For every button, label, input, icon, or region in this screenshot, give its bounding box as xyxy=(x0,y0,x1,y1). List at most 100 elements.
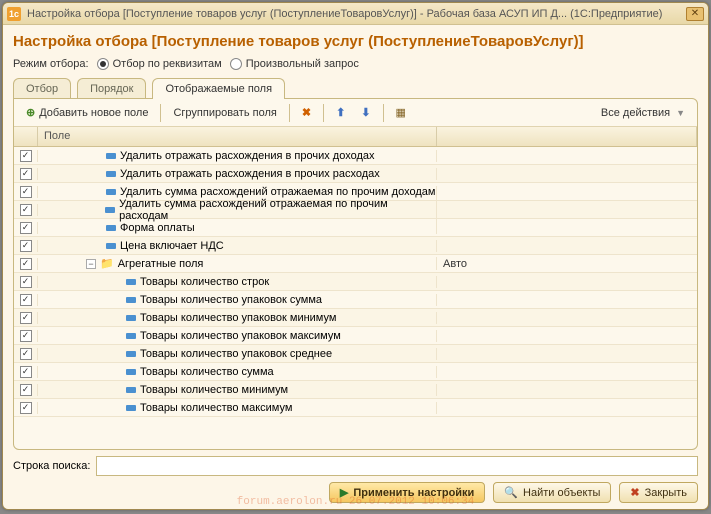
table-row[interactable]: ✓Цена включает НДС xyxy=(14,237,697,255)
tab-order[interactable]: Порядок xyxy=(77,78,146,99)
all-actions-menu[interactable]: Все действия ▼ xyxy=(595,105,691,121)
row-checkbox[interactable]: ✓ xyxy=(20,204,32,216)
row-checkbox[interactable]: ✓ xyxy=(20,294,32,306)
row-checkbox[interactable]: ✓ xyxy=(20,312,32,324)
all-actions-label: Все действия xyxy=(601,107,670,119)
col-auto[interactable] xyxy=(437,127,697,146)
field-icon xyxy=(126,333,136,339)
move-up-button[interactable]: ⬆ xyxy=(330,104,351,121)
col-field[interactable]: Поле xyxy=(38,127,437,146)
field-icon xyxy=(126,387,136,393)
row-label: Товары количество максимум xyxy=(140,402,292,414)
row-label: Агрегатные поля xyxy=(118,258,204,270)
field-icon xyxy=(106,225,116,231)
separator xyxy=(160,104,161,122)
collapse-icon[interactable]: − xyxy=(86,259,96,269)
delete-button[interactable]: ✖ xyxy=(296,104,317,121)
row-label: Удалить сумма расхождений отражаемая по … xyxy=(119,198,436,222)
table-row[interactable]: ✓ Удалить сумма расхождений отражаемая по… xyxy=(14,201,697,219)
table-row[interactable]: ✓ Товары количество сумма xyxy=(14,363,697,381)
row-checkbox[interactable]: ✓ xyxy=(20,168,32,180)
close-button[interactable]: ✖ Закрыть xyxy=(619,482,698,503)
chevron-down-icon: ▼ xyxy=(676,108,685,118)
table-row[interactable]: ✓ Товары количество строк xyxy=(14,273,697,291)
footer: ▶ Применить настройки 🔍 Найти объекты ✖ … xyxy=(13,476,698,503)
field-icon xyxy=(105,207,115,213)
table-row[interactable]: ✓ −📁 Агрегатные поля Авто xyxy=(14,255,697,273)
group-fields-label: Сгруппировать поля xyxy=(173,107,276,119)
find-objects-button[interactable]: 🔍 Найти объекты xyxy=(493,482,611,503)
apply-button[interactable]: ▶ Применить настройки xyxy=(329,482,485,503)
radio-dot-icon xyxy=(97,58,109,70)
titlebar[interactable]: 1c Настройка отбора [Поступление товаров… xyxy=(3,3,708,25)
table-row[interactable]: ✓ Товары количество упаковок минимум xyxy=(14,309,697,327)
row-label: Товары количество сумма xyxy=(140,366,274,378)
radio-by-requisites[interactable]: Отбор по реквизитам xyxy=(97,58,222,70)
add-field-button[interactable]: ⊕ Добавить новое поле xyxy=(20,104,154,121)
row-checkbox[interactable]: ✓ xyxy=(20,384,32,396)
row-auto: Авто xyxy=(437,258,697,270)
arrow-up-icon: ⬆ xyxy=(336,106,345,119)
radio-label: Произвольный запрос xyxy=(246,58,359,70)
row-label: Удалить сумма расхождений отражаемая по … xyxy=(120,186,435,198)
col-checkbox[interactable] xyxy=(14,127,38,146)
extra-icon: ▦ xyxy=(396,106,406,119)
table-row[interactable]: ✓ Товары количество максимум xyxy=(14,399,697,417)
row-label: Товары количество упаковок минимум xyxy=(140,312,336,324)
plus-icon: ⊕ xyxy=(26,106,35,119)
grid-header: Поле xyxy=(14,127,697,147)
row-checkbox[interactable]: ✓ xyxy=(20,348,32,360)
extra-button[interactable]: ▦ xyxy=(390,104,412,121)
row-checkbox[interactable]: ✓ xyxy=(20,402,32,414)
row-checkbox[interactable]: ✓ xyxy=(20,186,32,198)
arrow-down-icon: ⬇ xyxy=(361,106,370,119)
table-row[interactable]: ✓ Удалить отражать расхождения в прочих р… xyxy=(14,165,697,183)
row-label: Товары количество минимум xyxy=(140,384,288,396)
find-label: Найти объекты xyxy=(523,487,600,499)
table-row[interactable]: ✓ Товары количество упаковок максимум xyxy=(14,327,697,345)
row-label: Форма оплаты xyxy=(120,222,195,234)
row-label: Товары количество упаковок сумма xyxy=(140,294,322,306)
table-row[interactable]: ✓Удалить отражать расхождения в прочих д… xyxy=(14,147,697,165)
table-row[interactable]: ✓ Товары количество минимум xyxy=(14,381,697,399)
table-row[interactable]: ✓ Товары количество упаковок среднее xyxy=(14,345,697,363)
row-checkbox[interactable]: ✓ xyxy=(20,276,32,288)
field-icon xyxy=(126,315,136,321)
tabs: Отбор Порядок Отображаемые поля xyxy=(13,78,698,99)
add-field-label: Добавить новое поле xyxy=(39,107,148,119)
table-row[interactable]: ✓ Форма оплаты xyxy=(14,219,697,237)
group-fields-button[interactable]: Сгруппировать поля xyxy=(167,105,282,121)
row-label: Удалить отражать расхождения в прочих ра… xyxy=(120,168,380,180)
tab-selection[interactable]: Отбор xyxy=(13,78,71,99)
row-checkbox[interactable]: ✓ xyxy=(20,240,32,252)
row-checkbox[interactable]: ✓ xyxy=(20,258,32,270)
field-icon xyxy=(126,369,136,375)
content: Настройка отбора [Поступление товаров ус… xyxy=(3,25,708,509)
window-close-button[interactable]: ✕ xyxy=(686,7,704,21)
row-checkbox[interactable]: ✓ xyxy=(20,222,32,234)
tab-displayed-fields[interactable]: Отображаемые поля xyxy=(152,78,285,99)
field-icon xyxy=(106,171,116,177)
row-label: Товары количество строк xyxy=(140,276,269,288)
window: 1c Настройка отбора [Поступление товаров… xyxy=(2,2,709,510)
close-label: Закрыть xyxy=(645,487,687,499)
row-checkbox[interactable]: ✓ xyxy=(20,150,32,162)
separator xyxy=(383,104,384,122)
table-row[interactable]: ✓ Товары количество упаковок сумма xyxy=(14,291,697,309)
app-icon: 1c xyxy=(7,7,21,21)
row-checkbox[interactable]: ✓ xyxy=(20,330,32,342)
radio-label: Отбор по реквизитам xyxy=(113,58,222,70)
folder-icon: 📁 xyxy=(100,257,114,270)
play-icon: ▶ xyxy=(340,486,348,499)
close-icon: ✖ xyxy=(630,486,639,499)
radio-custom-query[interactable]: Произвольный запрос xyxy=(230,58,359,70)
apply-label: Применить настройки xyxy=(353,487,474,499)
row-label: Товары количество упаковок максимум xyxy=(140,330,341,342)
grid-body[interactable]: ✓Удалить отражать расхождения в прочих д… xyxy=(14,147,697,449)
search-input[interactable] xyxy=(96,456,698,476)
move-down-button[interactable]: ⬇ xyxy=(355,104,376,121)
search-label: Строка поиска: xyxy=(13,460,90,472)
search-icon: 🔍 xyxy=(504,486,518,499)
row-label: Товары количество упаковок среднее xyxy=(140,348,332,360)
row-checkbox[interactable]: ✓ xyxy=(20,366,32,378)
